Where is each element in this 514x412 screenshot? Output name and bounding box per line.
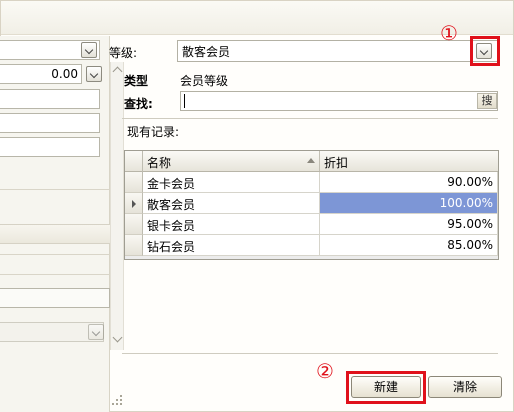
title-strip [1, 1, 513, 35]
amount-dropdown-button[interactable] [86, 66, 102, 82]
left-field-4[interactable] [0, 288, 110, 308]
text-caret [184, 94, 185, 108]
find-input[interactable]: 搜 [180, 91, 498, 111]
table-cell-discount-selected[interactable]: 100.00% [320, 193, 498, 214]
records-grid[interactable]: 名称 折扣 金卡会员 90.00% 散客会员 100.00% 银卡会员 95.0… [124, 150, 499, 260]
table-cell-discount[interactable]: 90.00% [320, 172, 498, 193]
grade-select-value: 散客会员 [182, 45, 231, 59]
row-header-current[interactable] [125, 193, 143, 214]
row-header[interactable] [125, 172, 143, 193]
amount-value: 0.00 [51, 67, 78, 81]
left-combo[interactable] [0, 40, 100, 60]
records-label: 现有记录: [127, 125, 180, 139]
chevron-down-icon [88, 324, 104, 340]
left-divider [0, 189, 110, 190]
chevron-down-icon[interactable] [81, 42, 97, 58]
row-header[interactable] [125, 235, 143, 256]
table-cell-discount[interactable]: 95.00% [320, 214, 498, 235]
column-header-discount-label: 折扣 [324, 156, 349, 170]
row-header[interactable] [125, 214, 143, 235]
find-label: 查找: [124, 97, 153, 111]
left-divider [0, 274, 110, 275]
current-row-icon [132, 200, 136, 208]
highlight-box-1 [470, 36, 500, 66]
table-cell-name[interactable]: 钻石会员 [143, 235, 320, 256]
search-button[interactable]: 搜 [477, 93, 497, 109]
divider [122, 353, 498, 354]
clear-button[interactable]: 清除 [428, 376, 502, 398]
scroll-up-icon[interactable] [112, 66, 123, 77]
annotation-marker-2: ② [316, 359, 334, 383]
column-header-name[interactable]: 名称 [143, 151, 320, 172]
left-field-3[interactable] [0, 137, 100, 157]
annotation-marker-1: ① [440, 21, 458, 45]
left-section-bar [0, 224, 110, 244]
type-label: 类型 [124, 74, 149, 88]
column-header-name-label: 名称 [147, 156, 172, 170]
sort-ascending-icon [307, 158, 315, 163]
table-cell-discount[interactable]: 85.00% [320, 235, 498, 256]
left-combo-disabled [0, 322, 104, 342]
left-field-1[interactable] [0, 89, 100, 109]
left-divider [0, 254, 110, 255]
column-header-discount[interactable]: 折扣 [320, 151, 498, 172]
scroll-down-icon[interactable] [112, 332, 123, 343]
table-cell-name[interactable]: 金卡会员 [143, 172, 320, 193]
table-cell-name[interactable]: 银卡会员 [143, 214, 320, 235]
divider [122, 118, 498, 119]
left-field-2[interactable] [0, 113, 100, 133]
vertical-scrollbar[interactable] [110, 62, 124, 350]
amount-field[interactable]: 0.00 [0, 64, 82, 84]
grade-label: 等级: [109, 46, 138, 60]
highlight-box-2 [346, 371, 426, 404]
grid-header: 名称 折扣 [125, 151, 498, 172]
type-value: 会员等级 [180, 74, 229, 88]
resize-grip-icon[interactable] [112, 395, 122, 405]
table-cell-name[interactable]: 散客会员 [143, 193, 320, 214]
grid-corner [125, 151, 143, 172]
